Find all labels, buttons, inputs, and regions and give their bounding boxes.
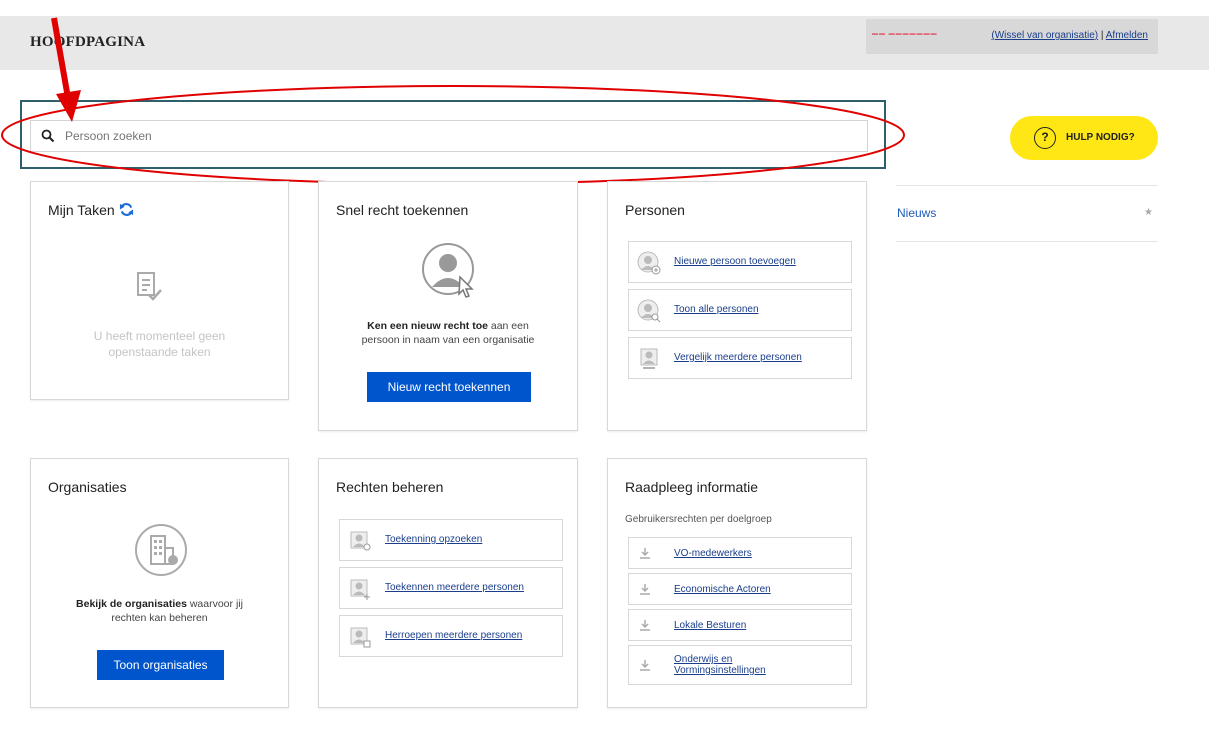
person-search-icon — [637, 299, 661, 323]
refresh-icon[interactable] — [119, 202, 134, 217]
download-vo-medewerkers[interactable]: VO-medewerkers — [628, 537, 852, 569]
separator: | — [1100, 30, 1104, 41]
card-consult-info: Raadpleeg informatie Gebruikersrechten p… — [607, 458, 867, 708]
person-pointer-icon — [422, 243, 474, 298]
link-label: Vergelijk meerdere personen — [674, 352, 802, 363]
card-title: Rechten beheren — [336, 479, 444, 495]
card-persons: Personen Nieuwe persoon toevoegen Toon a… — [607, 181, 867, 431]
persons-compare-icon — [640, 348, 658, 369]
link-lookup-grant[interactable]: Toekenning opzoeken — [339, 519, 563, 561]
page-title: HOOFDPAGINA — [30, 34, 146, 50]
link-label-line1: Onderwijs en — [674, 654, 733, 665]
link-label-line2: Vormingsinstellingen — [674, 665, 766, 676]
logout-link[interactable]: Afmelden — [1106, 30, 1148, 41]
quick-grant-text-bold: Ken een nieuw recht toe — [367, 320, 488, 332]
download-economische-actoren[interactable]: Economische Actoren — [628, 573, 852, 605]
quick-grant-text-line1: Ken een nieuw recht toe aan een — [319, 319, 577, 333]
organisations-text-rest: waarvoor jij — [186, 598, 243, 610]
organisations-text-bold: Bekijk de organisaties — [76, 598, 187, 610]
link-show-persons[interactable]: Toon alle personen — [628, 289, 852, 331]
search-input[interactable] — [65, 123, 855, 149]
card-title: Organisaties — [48, 479, 127, 495]
link-label: Toon alle personen — [674, 304, 759, 315]
empty-state-line1: U heeft momenteel geen — [93, 329, 226, 343]
download-icon — [640, 548, 650, 559]
card-subtitle: Gebruikersrechten per doelgroep — [625, 514, 772, 525]
download-onderwijs[interactable]: Onderwijs en Vormingsinstellingen — [628, 645, 852, 685]
link-grant-multiple[interactable]: Toekennen meerdere personen — [339, 567, 563, 609]
building-icon — [135, 524, 187, 576]
card-quick-grant: Snel recht toekennen Ken een nieuw recht… — [318, 181, 578, 431]
help-button-label: HULP NODIG? — [1066, 132, 1135, 143]
show-organisations-button[interactable]: Toon organisaties — [97, 650, 224, 680]
person-search-icon — [350, 531, 371, 551]
link-revoke-multiple[interactable]: Herroepen meerdere personen — [339, 615, 563, 657]
download-icon — [640, 584, 650, 595]
person-add-icon — [637, 251, 661, 275]
link-label: Economische Actoren — [674, 584, 771, 595]
download-icon — [640, 660, 650, 671]
quick-grant-text-rest: aan een — [487, 320, 529, 332]
link-compare-persons[interactable]: Vergelijk meerdere personen — [628, 337, 852, 379]
search-box[interactable] — [30, 120, 868, 152]
card-title-text: Mijn Taken — [48, 202, 115, 218]
empty-state-line2: openstaande taken — [108, 345, 211, 359]
link-label: VO-medewerkers — [674, 548, 752, 559]
link-label: Toekennen meerdere personen — [385, 582, 524, 593]
download-lokale-besturen[interactable]: Lokale Besturen — [628, 609, 852, 641]
link-label: Onderwijs en Vormingsinstellingen — [674, 654, 766, 676]
news-divider — [896, 241, 1158, 242]
card-title: Raadpleeg informatie — [625, 479, 759, 495]
link-label: Toekenning opzoeken — [385, 534, 483, 545]
news-link[interactable]: Nieuws — [897, 206, 936, 220]
link-label: Lokale Besturen — [674, 620, 747, 631]
organisations-text-line1: Bekijk de organisaties waarvoor jij — [31, 597, 288, 611]
star-icon[interactable]: ★ — [1144, 207, 1153, 218]
card-organisations: Organisaties Bekijk de organisaties waar… — [30, 458, 289, 708]
persons-grant-icon — [350, 579, 370, 600]
quick-grant-text-line2: persoon in naam van een organisatie — [361, 334, 535, 346]
persons-revoke-icon — [350, 627, 371, 648]
link-add-person[interactable]: Nieuwe persoon toevoegen — [628, 241, 852, 283]
card-my-tasks: Mijn Taken U heeft momenteel geen openst… — [30, 181, 289, 400]
card-title: Personen — [625, 202, 685, 218]
link-label: Nieuwe persoon toevoegen — [674, 256, 796, 267]
organisations-text-line2: rechten kan beheren — [111, 612, 208, 624]
news-divider — [896, 185, 1158, 186]
card-title: Snel recht toekennen — [336, 202, 469, 218]
question-icon: ? — [1034, 127, 1056, 149]
download-icon — [640, 620, 650, 631]
switch-organisation-link[interactable]: (Wissel van organisatie) — [991, 30, 1098, 41]
new-right-button[interactable]: Nieuw recht toekennen — [367, 372, 531, 402]
help-button[interactable]: ? HULP NODIG? — [1010, 116, 1158, 160]
search-icon — [41, 129, 55, 143]
task-list-icon — [137, 272, 162, 301]
card-title: Mijn Taken — [48, 202, 134, 218]
user-links: (Wissel van organisatie) | Afmelden — [991, 30, 1148, 41]
user-box: ▬▬ ▬▬▬▬▬▬▬ (Wissel van organisatie) | Af… — [866, 19, 1158, 54]
card-manage-rights: Rechten beheren Toekenning opzoeken Toek… — [318, 458, 578, 708]
link-label: Herroepen meerdere personen — [385, 630, 523, 641]
organisation-name-blurred: ▬▬ ▬▬▬▬▬▬▬ — [872, 31, 938, 37]
